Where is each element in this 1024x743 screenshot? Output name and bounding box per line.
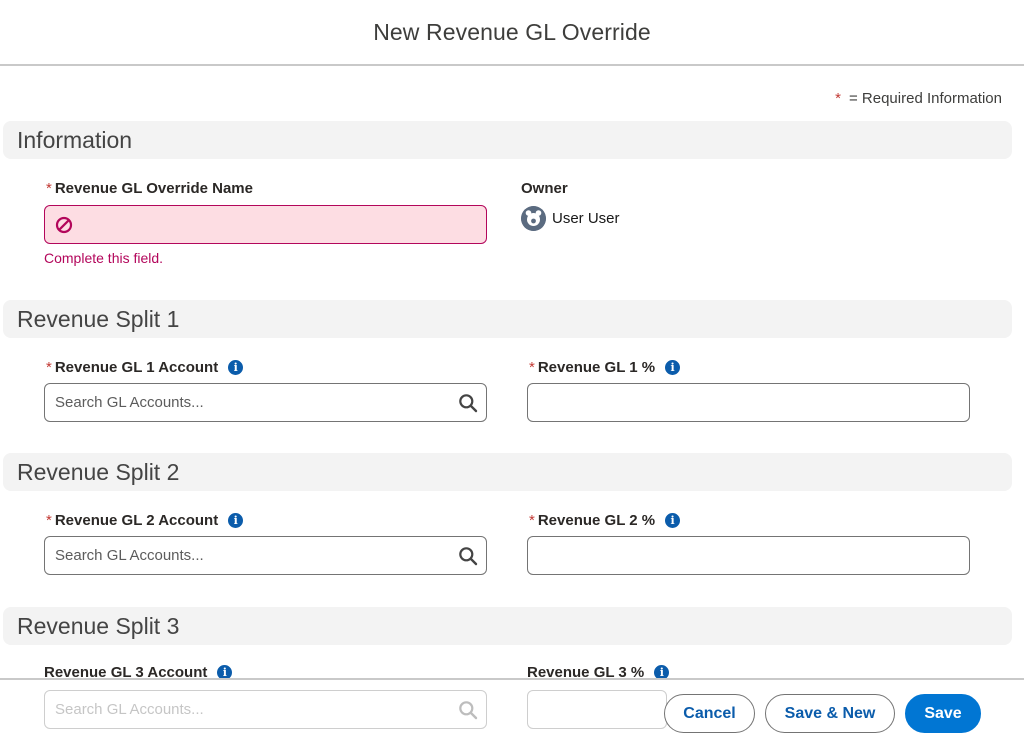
search-icon — [459, 547, 478, 566]
section-split3-header: Revenue Split 3 — [3, 607, 1012, 645]
required-info-legend: * = Required Information — [835, 90, 1002, 107]
search-icon — [459, 701, 478, 720]
info-icon[interactable]: i — [665, 360, 681, 375]
required-star: * — [835, 90, 841, 107]
required-info-text: = Required Information — [848, 90, 1002, 107]
section-title: Revenue Split 3 — [17, 612, 180, 639]
label-text: Revenue GL 2 Account — [54, 512, 219, 529]
gl2-account-placeholder: Search GL Accounts... — [55, 547, 204, 564]
search-icon — [459, 394, 478, 413]
override-name-error: Complete this field. — [44, 250, 164, 266]
error-icon — [55, 216, 73, 233]
gl2-account-search-input[interactable]: Search GL Accounts... — [44, 536, 487, 575]
gl3-percent-input[interactable] — [527, 690, 667, 729]
modal-title: New Revenue GL Override — [373, 18, 651, 45]
owner-value: User User — [521, 206, 620, 231]
info-icon[interactable]: i — [665, 513, 681, 528]
owner-name[interactable]: User User — [552, 210, 620, 227]
cancel-button[interactable]: Cancel — [664, 694, 755, 733]
required-star: * — [529, 512, 535, 529]
info-icon[interactable]: i — [228, 513, 244, 528]
section-title: Revenue Split 1 — [17, 305, 180, 332]
section-split2-header: Revenue Split 2 — [3, 453, 1012, 491]
owner-label: Owner — [521, 180, 568, 197]
label-text: Revenue GL 1 % — [537, 359, 656, 376]
gl1-percent-input[interactable] — [527, 383, 970, 422]
gl1-account-search-input[interactable]: Search GL Accounts... — [44, 383, 487, 422]
override-name-label: * Revenue GL Override Name — [46, 180, 253, 197]
gl2-account-label: * Revenue GL 2 Account i — [46, 512, 244, 529]
required-star: * — [46, 512, 52, 529]
required-star: * — [46, 359, 52, 376]
required-star: * — [529, 359, 535, 376]
save-and-new-button[interactable]: Save & New — [765, 694, 895, 733]
label-text: Revenue GL 2 % — [537, 512, 656, 529]
info-icon[interactable]: i — [228, 360, 244, 375]
required-star: * — [46, 180, 52, 197]
gl3-account-search-input[interactable]: Search GL Accounts... — [44, 690, 487, 729]
override-name-input[interactable] — [44, 205, 487, 244]
section-title: Information — [17, 126, 133, 153]
label-text: Revenue GL 1 Account — [54, 359, 219, 376]
gl1-account-placeholder: Search GL Accounts... — [55, 394, 204, 411]
user-avatar-icon — [521, 206, 546, 231]
label-text: Revenue GL Override Name — [54, 180, 253, 197]
modal-header: New Revenue GL Override — [0, 0, 1024, 66]
section-information-header: Information — [3, 121, 1012, 159]
gl1-account-label: * Revenue GL 1 Account i — [46, 359, 244, 376]
gl2-percent-input[interactable] — [527, 536, 970, 575]
gl1-percent-label: * Revenue GL 1 % i — [529, 359, 681, 376]
gl2-percent-label: * Revenue GL 2 % i — [529, 512, 681, 529]
save-button[interactable]: Save — [905, 694, 981, 733]
section-title: Revenue Split 2 — [17, 458, 180, 485]
section-split1-header: Revenue Split 1 — [3, 300, 1012, 338]
gl3-account-placeholder: Search GL Accounts... — [55, 701, 204, 718]
